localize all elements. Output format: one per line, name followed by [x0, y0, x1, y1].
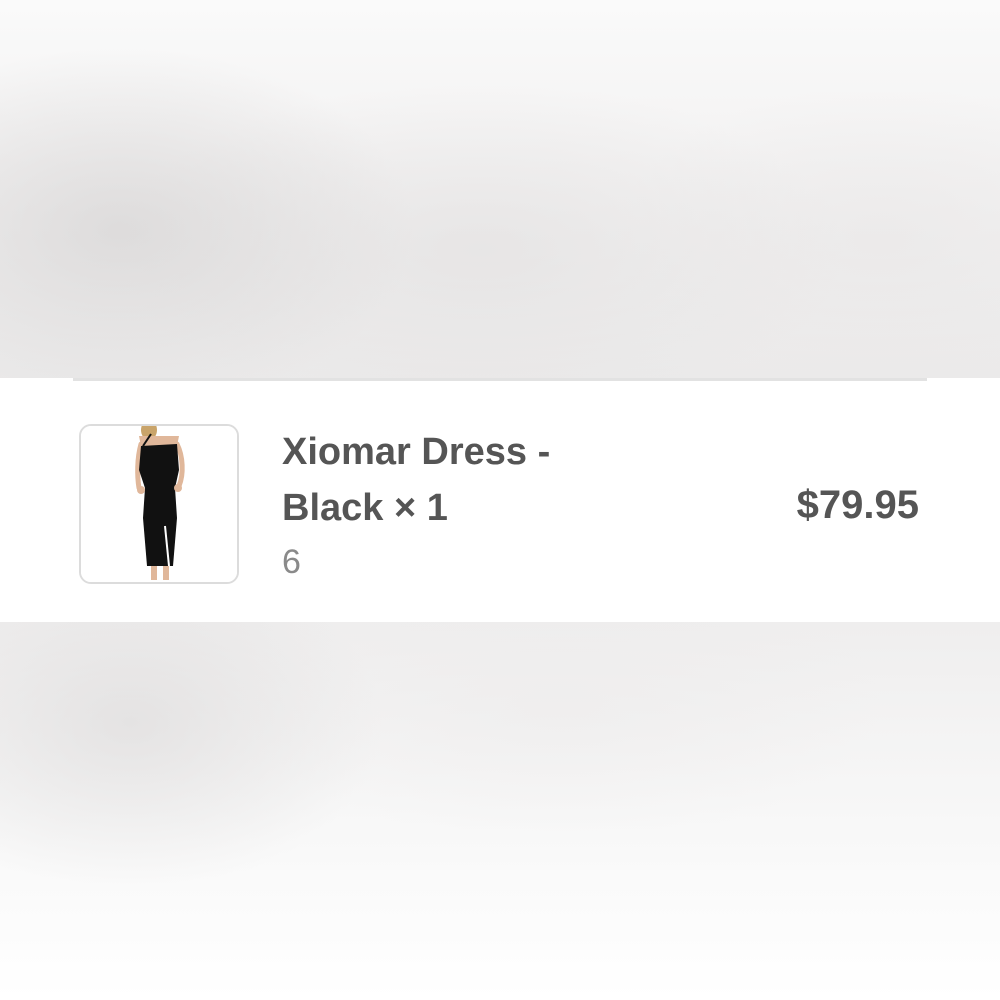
order-line-item: Xiomar Dress - Black × 1 6 $79.95	[0, 378, 1000, 622]
product-price: $79.95	[796, 483, 919, 527]
blurred-background-bottom	[0, 622, 1000, 1000]
dress-photo	[81, 426, 237, 582]
product-variant: 6	[282, 543, 301, 581]
divider	[73, 378, 927, 381]
blurred-background-top	[0, 0, 1000, 378]
product-thumbnail	[79, 424, 239, 584]
product-title: Xiomar Dress - Black × 1	[282, 431, 551, 529]
